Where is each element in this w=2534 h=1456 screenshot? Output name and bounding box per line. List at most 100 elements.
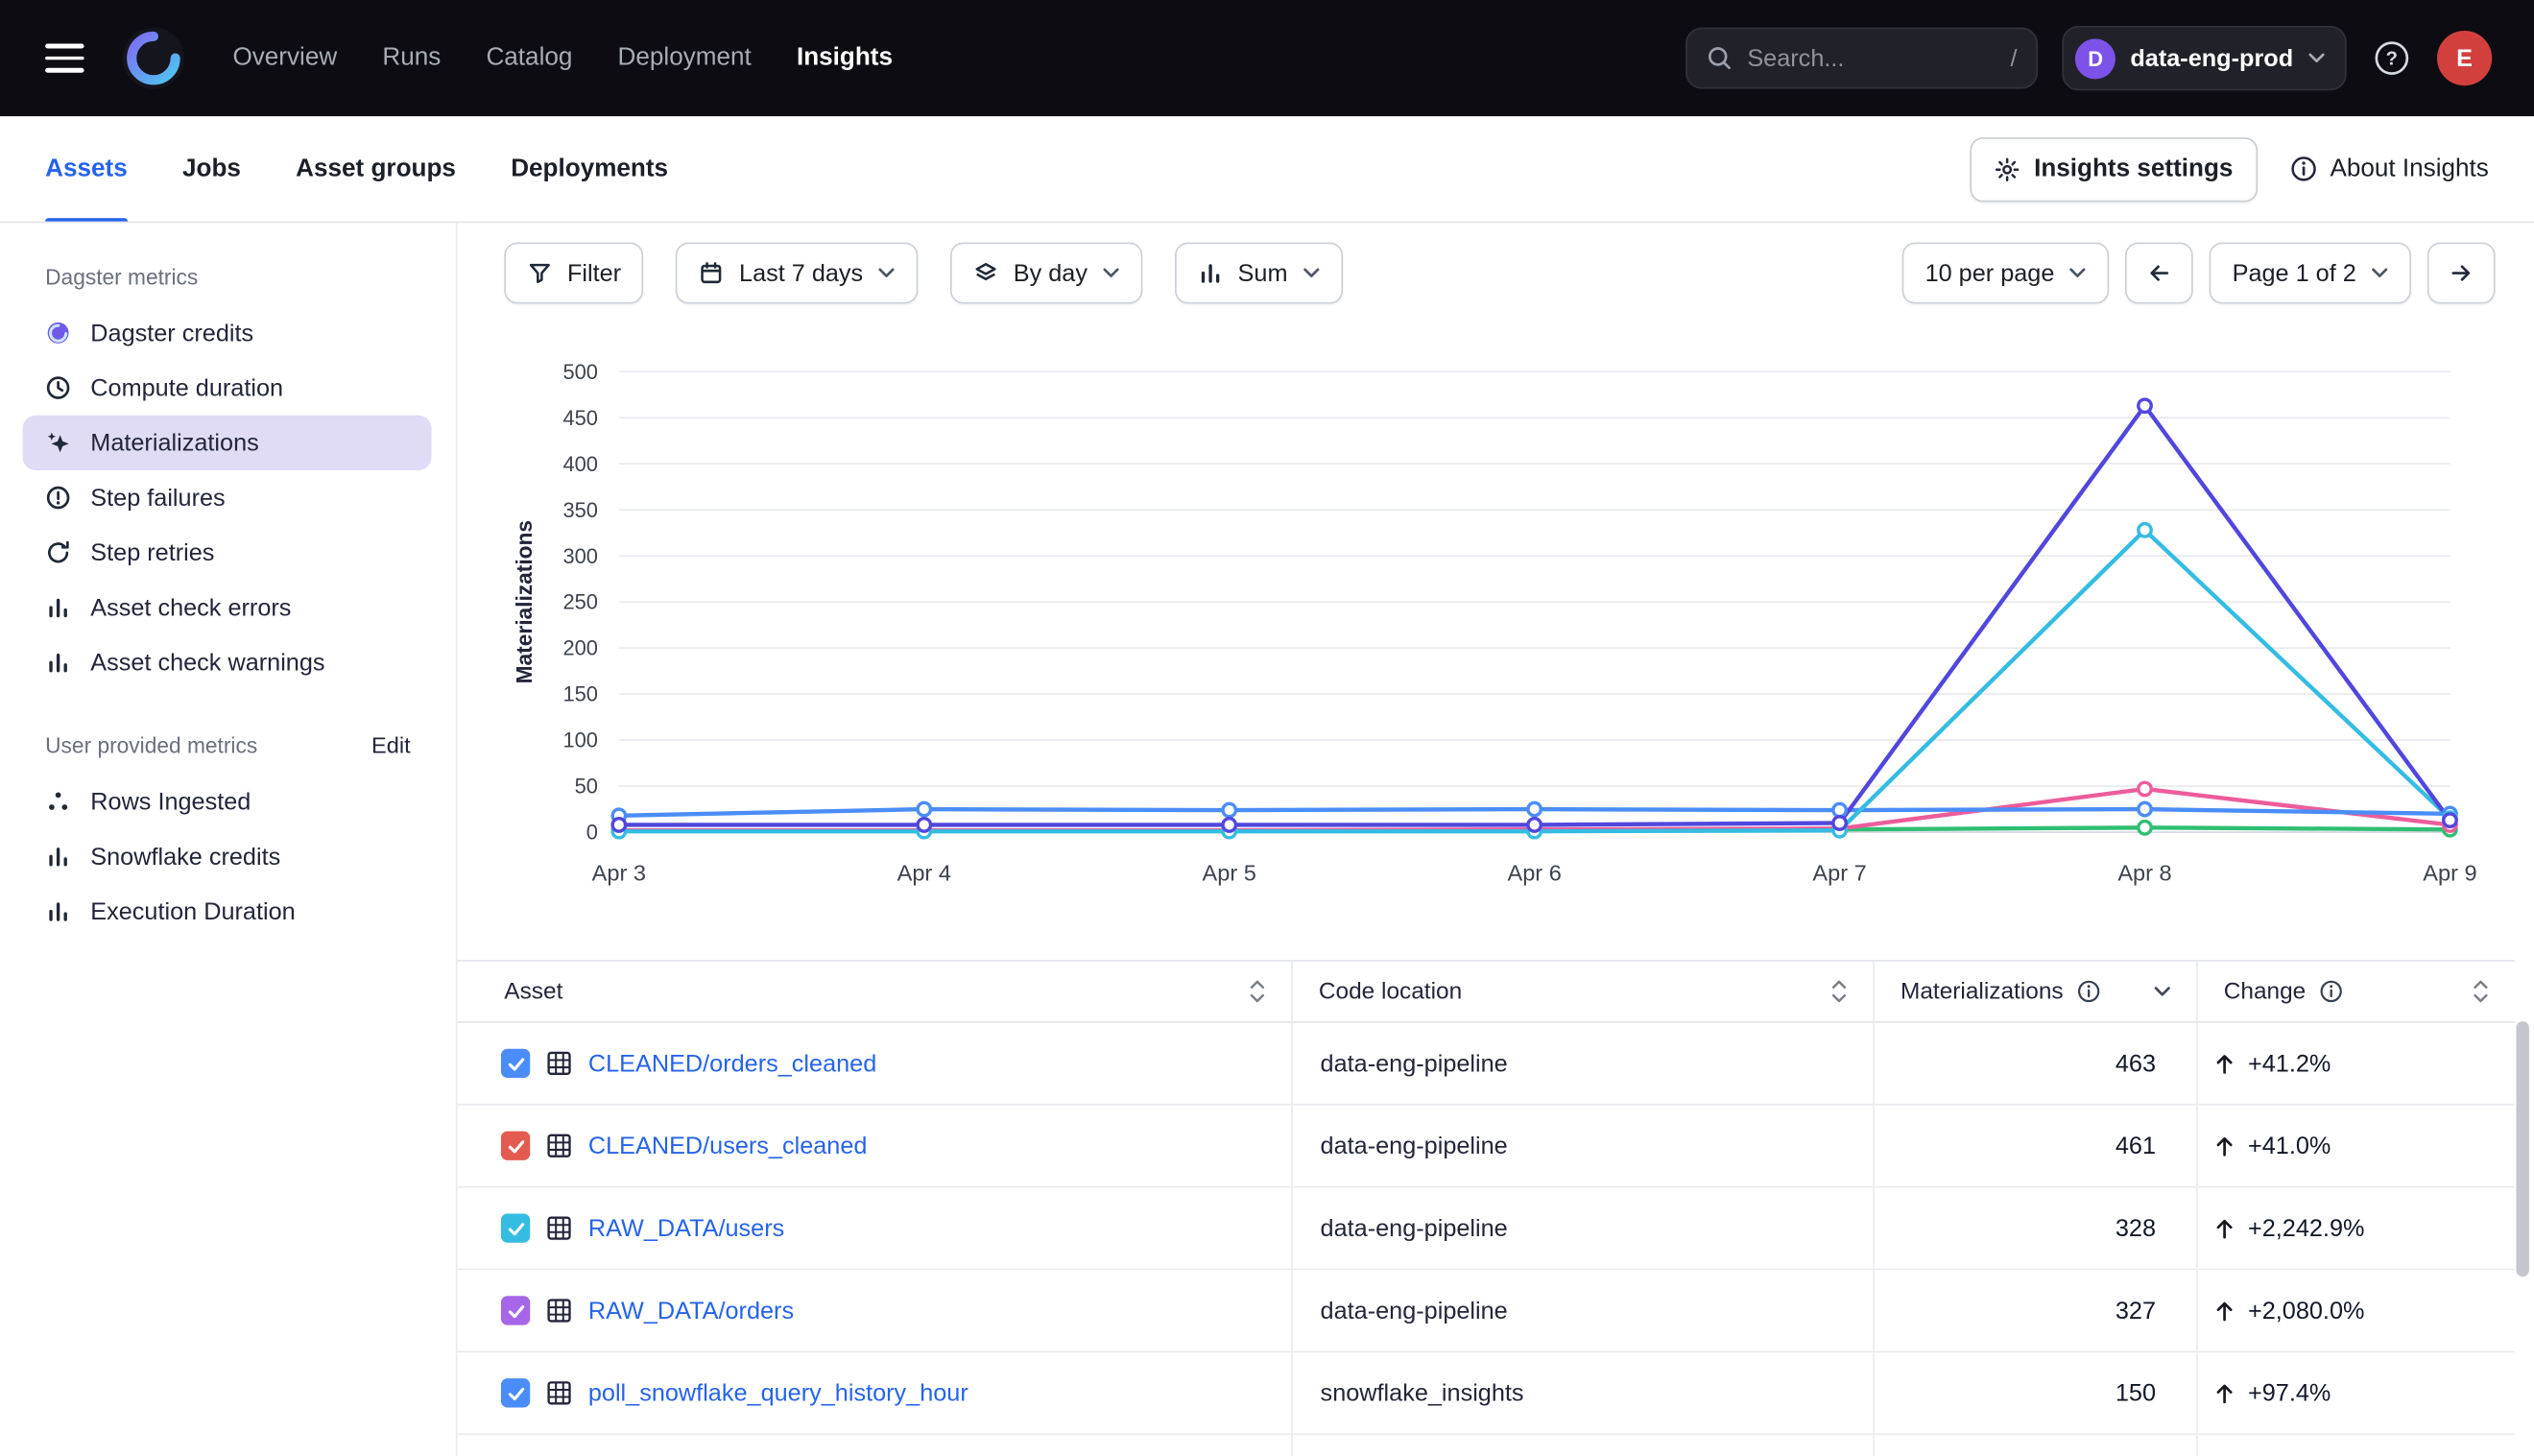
change-cell: +41.2% — [2198, 1023, 2515, 1104]
code-location-cell: data-eng-pipeline — [1293, 1023, 1875, 1104]
table-scrollbar[interactable] — [2516, 1021, 2528, 1277]
table-asset-icon — [546, 1133, 572, 1158]
up-arrow-icon — [2212, 1134, 2236, 1158]
materializations-cell: 463 — [1875, 1023, 2198, 1104]
svg-text:100: 100 — [562, 728, 598, 752]
deployment-avatar: D — [2075, 38, 2116, 79]
sidebar-item-label: Dagster credits — [90, 320, 253, 347]
tab-jobs[interactable]: Jobs — [182, 116, 241, 221]
sidebar-item-step-failures[interactable]: Step failures — [0, 470, 456, 525]
about-insights-link[interactable]: About Insights — [2289, 155, 2488, 183]
dagster-logo-icon[interactable] — [120, 24, 188, 92]
granularity-button[interactable]: By day — [950, 243, 1142, 304]
sidebar-item-snowflake-credits[interactable]: Snowflake credits — [0, 829, 456, 884]
tab-assets[interactable]: Assets — [45, 116, 128, 221]
nav-item-overview[interactable]: Overview — [232, 43, 337, 72]
sort-desc-icon[interactable] — [2153, 985, 2172, 997]
info-icon[interactable] — [2076, 979, 2100, 1003]
asset-link[interactable]: RAW_DATA/orders — [588, 1297, 794, 1325]
up-arrow-icon — [2212, 1051, 2236, 1075]
asset-link[interactable]: CLEANED/users_cleaned — [588, 1132, 868, 1159]
column-header-asset[interactable]: Asset — [457, 962, 1292, 1021]
asset-link[interactable]: RAW_DATA/users — [588, 1214, 784, 1242]
svg-text:Apr 7: Apr 7 — [1812, 861, 1866, 886]
info-icon[interactable] — [2319, 979, 2343, 1003]
insights-settings-button[interactable]: Insights settings — [1970, 136, 2258, 201]
table-row: RAW_DATA/users data-eng-pipeline 328 +2,… — [457, 1187, 2514, 1270]
sidebar-item-execution-duration[interactable]: Execution Duration — [0, 884, 456, 939]
table-header: Asset Code location Materializations — [457, 960, 2514, 1023]
sidebar-item-materializations[interactable]: Materializations — [23, 416, 432, 470]
row-checkbox[interactable] — [501, 1049, 530, 1078]
change-cell: +41.0% — [2198, 1106, 2515, 1186]
bar-chart-icon — [45, 650, 71, 676]
change-value: +2,242.9% — [2248, 1214, 2364, 1242]
table-asset-icon — [546, 1380, 572, 1406]
sidebar-item-label: Snowflake credits — [90, 843, 280, 871]
calendar-icon — [699, 260, 725, 286]
column-header-materializations[interactable]: Materializations — [1875, 962, 2198, 1021]
sidebar-item-label: Materializations — [90, 429, 258, 457]
row-checkbox[interactable] — [501, 1296, 530, 1325]
code-location-cell: data-eng-pipeline — [1293, 1187, 1875, 1268]
tab-deployments[interactable]: Deployments — [511, 116, 668, 221]
row-checkbox[interactable] — [501, 1132, 530, 1160]
svg-text:250: 250 — [562, 590, 598, 614]
page-selector-button[interactable]: Page 1 of 2 — [2210, 243, 2411, 304]
insights-settings-label: Insights settings — [2034, 155, 2233, 183]
step-failures-icon — [45, 485, 71, 511]
prev-page-button[interactable] — [2125, 243, 2193, 304]
svg-text:200: 200 — [562, 636, 598, 660]
sort-icon[interactable] — [1829, 979, 1849, 1003]
row-checkbox[interactable] — [501, 1213, 530, 1242]
nav-item-deployment[interactable]: Deployment — [618, 43, 752, 72]
change-value: +2,080.0% — [2248, 1297, 2364, 1325]
chevron-down-icon — [1102, 267, 1120, 279]
materializations-cell: 150 — [1875, 1352, 2198, 1433]
search-placeholder: Search... — [1747, 44, 1996, 72]
svg-text:0: 0 — [586, 821, 598, 845]
edit-metrics-link[interactable]: Edit — [371, 732, 411, 758]
row-checkbox[interactable] — [501, 1378, 530, 1407]
asset-link[interactable]: CLEANED/orders_cleaned — [588, 1050, 876, 1078]
column-header-code-location[interactable]: Code location — [1293, 962, 1875, 1021]
sidebar-item-dagster-credits[interactable]: Dagster credits — [0, 305, 456, 360]
tab-asset-groups[interactable]: Asset groups — [296, 116, 456, 221]
nav-item-insights[interactable]: Insights — [797, 43, 893, 72]
deployment-name: data-eng-prod — [2130, 44, 2293, 72]
date-range-button[interactable]: Last 7 days — [676, 243, 918, 304]
nav-item-catalog[interactable]: Catalog — [486, 43, 572, 72]
dagster-metrics-heading: Dagster metrics — [45, 265, 198, 289]
per-page-label: 10 per page — [1925, 259, 2055, 287]
dagster-metrics-list: Dagster credits Compute duration Materiali… — [0, 305, 456, 690]
change-cell — [2198, 1435, 2515, 1456]
sort-icon[interactable] — [2471, 979, 2490, 1003]
sidebar-item-asset-check-errors[interactable]: Asset check errors — [0, 580, 456, 634]
sidebar-item-step-retries[interactable]: Step retries — [0, 525, 456, 580]
chevron-down-icon — [877, 267, 896, 279]
svg-text:Apr 5: Apr 5 — [1203, 861, 1256, 886]
bar-chart-icon — [1197, 260, 1223, 286]
info-icon — [2289, 155, 2317, 183]
sort-icon[interactable] — [1248, 979, 1267, 1003]
table-asset-icon — [546, 1050, 572, 1076]
column-header-change[interactable]: Change — [2198, 962, 2515, 1021]
sidebar-item-asset-check-warnings[interactable]: Asset check warnings — [0, 635, 456, 690]
aggregation-button[interactable]: Sum — [1175, 243, 1343, 304]
funnel-icon — [527, 260, 553, 286]
sidebar-item-compute-duration[interactable]: Compute duration — [0, 360, 456, 415]
arrow-right-icon — [2449, 260, 2474, 286]
help-icon[interactable]: ? — [2371, 37, 2413, 80]
dagster-insights-app: Overview Runs Catalog Deployment Insights Se… — [0, 0, 2534, 1456]
search-input[interactable]: Search... / — [1685, 28, 2038, 89]
nav-item-runs[interactable]: Runs — [382, 43, 441, 72]
bar-chart-icon — [45, 595, 71, 621]
user-avatar[interactable]: E — [2437, 31, 2492, 85]
per-page-button[interactable]: 10 per page — [1902, 243, 2110, 304]
next-page-button[interactable] — [2427, 243, 2496, 304]
asset-link[interactable]: poll_snowflake_query_history_hour — [588, 1379, 968, 1407]
deployment-switcher[interactable]: D data-eng-prod — [2063, 26, 2347, 90]
filter-button[interactable]: Filter — [504, 243, 643, 304]
sidebar-item-rows-ingested[interactable]: Rows Ingested — [0, 774, 456, 828]
menu-icon[interactable] — [45, 44, 84, 72]
